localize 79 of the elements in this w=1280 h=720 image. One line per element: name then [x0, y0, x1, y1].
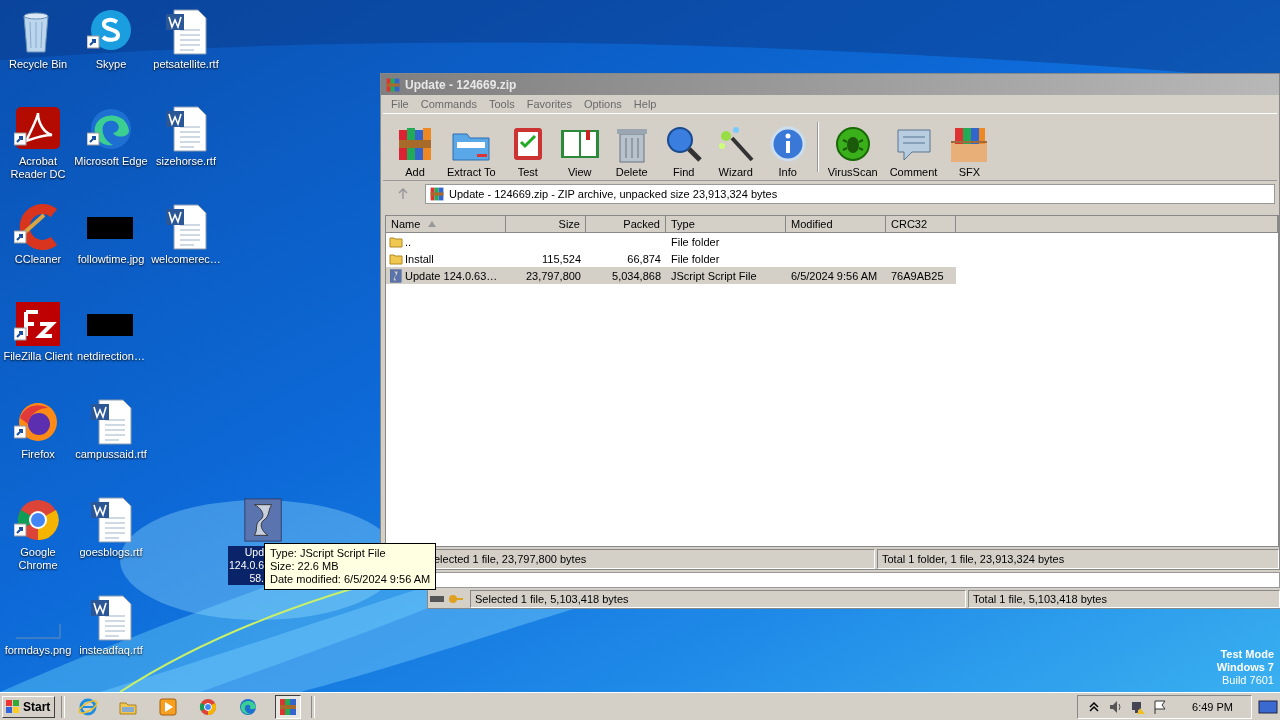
icon-label[interactable]: petsatellite.rtf — [153, 58, 219, 71]
menu-item[interactable]: Options — [577, 98, 628, 110]
script-file-icon — [389, 268, 403, 283]
toolbar-button[interactable]: Comment — [883, 124, 944, 178]
chrome-icon — [198, 696, 219, 717]
file-name-cell[interactable]: .. — [386, 233, 506, 250]
file-name-cell[interactable]: Update 124.0.63… — [386, 267, 506, 284]
flag-icon[interactable] — [1152, 698, 1169, 715]
toolbar-button[interactable]: SFX — [943, 124, 996, 178]
menu-item[interactable]: Help — [627, 98, 663, 110]
icon-label[interactable]: formdays.png — [4, 644, 72, 657]
show-desktop-icon[interactable] — [1258, 698, 1278, 715]
toolbar-button[interactable]: Test — [501, 124, 554, 178]
system-watermark-text: Build 7601 — [1221, 674, 1274, 687]
tooltip: Type: JScript Script File Size: 22.6 MB Date modified: 6/5/2024 9:56 AM — [264, 543, 437, 590]
archive-icon — [385, 76, 401, 93]
status-icons — [428, 592, 464, 606]
status-text: Selected 1 file, 5,103,418 bytes — [470, 590, 966, 608]
start-button[interactable]: Start — [2, 695, 56, 718]
file-name-cell[interactable]: Install — [386, 250, 506, 267]
archive-icon — [429, 186, 445, 202]
column-header[interactable]: Size — [506, 216, 586, 233]
icon-label[interactable]: CCleaner — [14, 253, 62, 266]
toolbar-button[interactable]: Info — [761, 124, 814, 178]
filezilla-icon[interactable] — [14, 300, 62, 348]
table-cell: 23,797,800 — [506, 267, 586, 284]
folder-icon — [389, 251, 403, 266]
edge-icon — [238, 696, 259, 717]
icon-label[interactable]: Acrobat Reader DC — [10, 155, 66, 181]
menu-item[interactable]: Tools — [483, 98, 521, 110]
window-title: Update - 124669.zip — [405, 77, 517, 92]
windows-flag-icon — [5, 698, 21, 715]
icon-label[interactable]: Microsoft Edge — [74, 155, 148, 168]
table-cell: JScript Script File — [666, 267, 786, 284]
status-text: Total 1 folder, 1 file, 23,913,324 bytes — [877, 549, 1279, 569]
table-cell: 6/5/2024 9:56 AM — [786, 267, 886, 284]
toolbar-button[interactable]: Delete — [605, 124, 658, 178]
toolbar-button[interactable]: View — [553, 124, 606, 178]
icon-label[interactable]: Skype — [95, 58, 127, 71]
icon-label[interactable]: welcomerec… — [151, 253, 221, 266]
clock[interactable]: 6:49 PM — [1192, 700, 1233, 713]
table-cell-text: 115,524 — [541, 251, 582, 267]
media-player-icon — [158, 696, 179, 717]
table-cell: 5,034,868 — [586, 267, 666, 284]
column-header[interactable]: CRC32 — [886, 216, 956, 233]
system-watermark-text: Windows 7 — [1216, 661, 1274, 674]
column-header[interactable]: Modified — [786, 216, 886, 233]
column-header[interactable]: Type — [666, 216, 786, 233]
column-header[interactable]: Name — [386, 216, 506, 233]
icon-label[interactable]: campussaid.rtf — [75, 448, 147, 461]
icon-label[interactable]: Firefox — [21, 448, 55, 461]
toolbar-button[interactable]: Wizard — [709, 124, 762, 178]
table-cell-text: 66,874 — [626, 251, 662, 267]
menu-item[interactable]: File — [385, 98, 415, 110]
icon-label[interactable]: Google Chrome — [18, 546, 58, 572]
system-watermark-text: Test Mode — [1219, 648, 1274, 661]
toolbar-button[interactable]: Extract To — [441, 124, 502, 178]
table-cell-text: File folder — [670, 251, 721, 267]
toolbar-button[interactable]: VirusScan — [821, 124, 884, 178]
archive-icon — [278, 696, 299, 717]
icon-label[interactable]: FileZilla Client — [3, 350, 73, 363]
internet-explorer-icon — [78, 696, 99, 717]
table-cell: 76A9AB25 — [886, 267, 956, 284]
icon-label[interactable]: goesblogs.rtf — [79, 546, 143, 559]
icon-label[interactable]: followtime.jpg — [77, 253, 145, 266]
icon-label[interactable]: Upd 124.0.6 58. — [228, 546, 266, 585]
toolbar-button[interactable]: Find — [657, 124, 710, 178]
icon-label[interactable]: Recycle Bin — [8, 58, 68, 71]
column-header[interactable]: Packed — [586, 216, 666, 233]
status-text: Total 1 file, 5,103,418 bytes — [968, 590, 1280, 608]
icon-label[interactable]: sizehorse.rtf — [156, 155, 216, 168]
toolbar-button[interactable]: Add — [389, 124, 441, 178]
address-field[interactable]: Update - 124669.zip - ZIP archive, unpacked size 23,913,324 bytes — [425, 184, 1275, 204]
folder-icon — [389, 234, 403, 249]
table-cell-text: File folder — [670, 234, 721, 250]
icon-label[interactable]: netdirection… — [77, 350, 145, 363]
menu-item[interactable]: Commands — [414, 98, 483, 110]
archive-icon[interactable] — [275, 694, 302, 719]
menu-item[interactable]: Favorites — [520, 98, 578, 110]
